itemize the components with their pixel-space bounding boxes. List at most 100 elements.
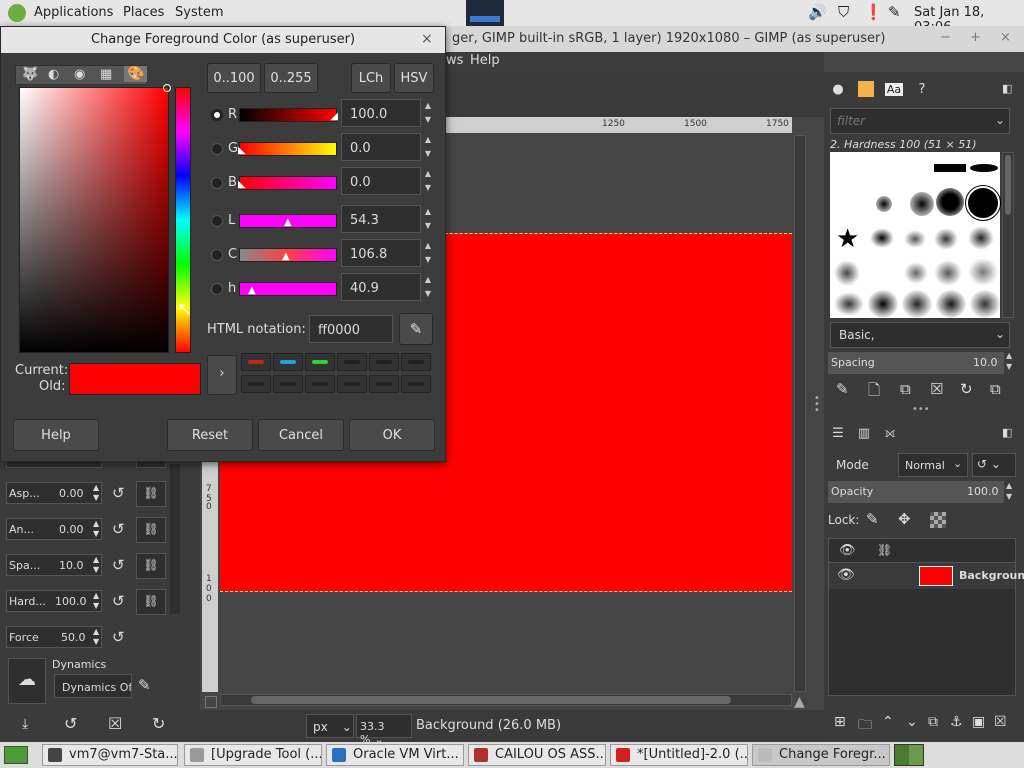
workspace-switcher[interactable]: [894, 744, 924, 766]
channel-g-radio[interactable]: [211, 143, 223, 155]
history-swatch[interactable]: [401, 353, 431, 371]
channel-l-slider[interactable]: ▲: [239, 214, 337, 228]
link-icon[interactable]: ⛓: [136, 589, 166, 615]
dialog-close-icon[interactable]: ×: [421, 31, 433, 47]
channels-tab-icon[interactable]: ▥: [852, 422, 876, 444]
cmyk-selector-icon[interactable]: ◉: [74, 67, 85, 82]
history-swatch[interactable]: [305, 353, 335, 371]
applications-menu[interactable]: Applications: [34, 5, 113, 20]
cancel-button[interactable]: Cancel: [258, 419, 344, 451]
color-square[interactable]: [19, 84, 171, 353]
scales-selector-icon[interactable]: ▦: [100, 67, 112, 82]
task-change-foreground[interactable]: Change Foregr...: [752, 744, 890, 766]
history-swatch[interactable]: [337, 353, 367, 371]
layer-row[interactable]: 👁 Backgroun: [829, 563, 1024, 589]
link-icon[interactable]: ⛓: [136, 481, 166, 507]
channel-b-value[interactable]: 0.0: [341, 167, 421, 195]
reset-icon[interactable]: ↺: [112, 592, 125, 610]
reset-button[interactable]: Reset: [167, 419, 253, 451]
lock-pixels-icon[interactable]: ✎: [866, 510, 879, 528]
maximize-icon[interactable]: +: [970, 30, 981, 45]
channel-b-radio[interactable]: [211, 177, 223, 189]
history-swatch[interactable]: [273, 353, 303, 371]
layer-mode-select[interactable]: Normal ⌄: [898, 453, 968, 477]
color-picker-icon[interactable]: ✎: [399, 313, 433, 345]
lch-button[interactable]: LCh: [351, 63, 391, 93]
dock-menu-icon[interactable]: ◧: [1002, 426, 1012, 439]
reset-options-icon[interactable]: ↻: [152, 714, 165, 733]
save-options-icon[interactable]: ⤓: [22, 716, 28, 732]
task-virtualbox[interactable]: Oracle VM Virt...: [326, 744, 464, 766]
task-upgrade-tool[interactable]: [Upgrade Tool (...: [184, 744, 322, 766]
system-menu[interactable]: System: [175, 5, 223, 20]
new-brush-icon[interactable]: 🗋: [868, 380, 880, 405]
channel-r-radio[interactable]: [211, 109, 223, 121]
duplicate-brush-icon[interactable]: ⧉: [900, 380, 911, 398]
brush-grid[interactable]: ★: [830, 152, 1001, 318]
brush-filter-input[interactable]: filter ⌄: [830, 108, 1010, 134]
menu-windows[interactable]: ws: [446, 53, 463, 68]
horizontal-scrollbar[interactable]: [220, 694, 792, 706]
menu-help[interactable]: Help: [470, 53, 500, 68]
brush-preset-select[interactable]: Basic, ⌄: [830, 322, 1010, 348]
navigate-icon[interactable]: ▲: [794, 694, 805, 710]
open-brush-icon[interactable]: ⧉: [990, 380, 1001, 398]
vertical-scrollbar[interactable]: [794, 135, 806, 692]
network-icon[interactable]: ✎: [888, 3, 901, 21]
channel-g-slider[interactable]: ◣: [238, 142, 337, 156]
history-swatch[interactable]: [241, 375, 271, 393]
range-0-255-button[interactable]: 0..255: [264, 63, 318, 93]
link-icon[interactable]: ⛓: [136, 517, 166, 543]
opacity-slider[interactable]: Opacity 100.0: [828, 481, 1004, 503]
lock-alpha-icon[interactable]: [930, 512, 946, 528]
edit-brush-icon[interactable]: ✎: [836, 380, 849, 398]
channel-h-slider[interactable]: ▲: [239, 282, 337, 296]
layer-visibility-icon[interactable]: 👁: [837, 567, 855, 583]
history-swatch[interactable]: [241, 353, 271, 371]
history-swatch[interactable]: [369, 353, 399, 371]
task-terminal[interactable]: vm7@vm7-Sta...: [42, 744, 178, 766]
opacity-spinner[interactable]: ▲ ▼: [1006, 480, 1012, 502]
places-menu[interactable]: Places: [123, 5, 164, 20]
edit-dynamics-icon[interactable]: ✎: [138, 676, 151, 694]
task-gimp-image[interactable]: *[Untitled]-2.0 (...: [610, 744, 748, 766]
mint-logo-icon[interactable]: [8, 4, 26, 22]
channel-h-spinner[interactable]: ▲ ▼: [421, 273, 435, 301]
force-slider[interactable]: Force 50.0 ▲ ▼: [6, 626, 102, 648]
unit-select[interactable]: px ⌄: [306, 714, 354, 738]
gimp-selector-icon[interactable]: 🐺: [22, 67, 38, 82]
spacing-slider[interactable]: Spa... 10.0 ▲ ▼: [6, 554, 102, 576]
reset-icon[interactable]: ↺: [112, 628, 125, 646]
lower-layer-icon[interactable]: ⌄: [906, 714, 918, 730]
lock-position-icon[interactable]: ✥: [898, 510, 911, 528]
layer-name[interactable]: Backgroun: [959, 569, 1024, 582]
range-0-100-button[interactable]: 0..100: [207, 63, 261, 93]
channel-l-spinner[interactable]: ▲ ▼: [421, 205, 435, 233]
channel-b-slider[interactable]: ◣: [238, 176, 337, 190]
history-swatch[interactable]: [401, 375, 431, 393]
add-to-history-button[interactable]: ›: [207, 355, 237, 395]
history-swatch[interactable]: [273, 375, 303, 393]
paths-tab-icon[interactable]: ⟗: [878, 422, 902, 444]
new-layer-icon[interactable]: ⊞: [834, 714, 846, 730]
task-cailou-os[interactable]: CAILOU OS ASS...: [468, 744, 606, 766]
aspect-slider[interactable]: Asp... 0.00 ▲ ▼: [6, 482, 102, 504]
dock-menu-icon[interactable]: ◧: [1002, 82, 1012, 95]
channel-c-radio[interactable]: [211, 249, 223, 261]
channel-r-value[interactable]: 100.0: [341, 99, 421, 127]
hsv-button[interactable]: HSV: [394, 63, 434, 93]
layer-mask-icon[interactable]: ▣: [972, 714, 985, 730]
font-tab-icon[interactable]: Aa: [882, 78, 906, 100]
channel-c-slider[interactable]: ▲: [239, 248, 337, 262]
link-icon[interactable]: ⛓: [136, 553, 166, 579]
reset-icon[interactable]: ↺: [112, 520, 125, 538]
hardness-slider[interactable]: Hard... 100.0 ▲ ▼: [6, 590, 102, 612]
spacing-slider[interactable]: Spacing 10.0: [828, 352, 1004, 374]
reset-icon[interactable]: ↺: [112, 484, 125, 502]
history-swatch[interactable]: [305, 375, 335, 393]
history-swatch[interactable]: [369, 375, 399, 393]
channel-b-spinner[interactable]: ▲ ▼: [421, 167, 435, 195]
brush-grid-scrollbar[interactable]: [1002, 152, 1014, 318]
angle-slider[interactable]: An... 0.00 ▲ ▼: [6, 518, 102, 540]
dock-resize-handle[interactable]: • • •: [814, 394, 820, 416]
